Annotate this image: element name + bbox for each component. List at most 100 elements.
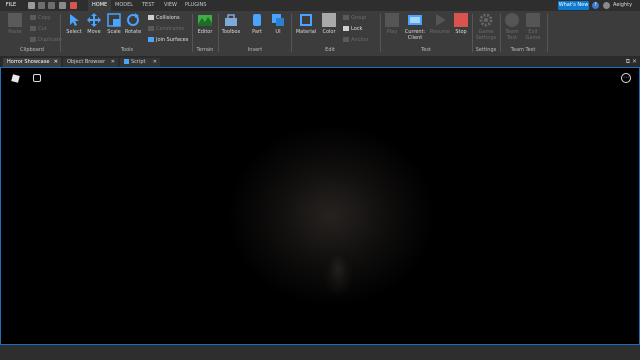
ribbon: Paste Copy Cut Duplicate Clipboard Selec… xyxy=(0,11,640,57)
anchor-button[interactable]: Anchor xyxy=(343,37,369,43)
undo-icon[interactable] xyxy=(38,2,45,9)
ui-button[interactable]: UI xyxy=(269,13,287,35)
doc-tab-object-browser[interactable]: Object Browser ✕ xyxy=(63,58,118,67)
document-tab-bar: Horror Showcase ✕ Object Browser ✕ Scrip… xyxy=(0,57,640,67)
scale-button[interactable]: Scale xyxy=(104,13,124,35)
divider xyxy=(500,14,501,52)
material-button[interactable]: Material xyxy=(295,13,317,35)
popout-icon[interactable]: ⧉ xyxy=(626,58,630,65)
divider xyxy=(380,14,381,52)
terrain-icon xyxy=(198,15,212,26)
close-icon[interactable]: ✕ xyxy=(54,58,58,67)
divider xyxy=(218,14,219,52)
constraints-toggle[interactable]: Constraints xyxy=(148,26,185,32)
clipboard-group-label: Clipboard xyxy=(20,47,44,53)
settings-group-label: Settings xyxy=(475,47,497,53)
play-button[interactable]: Play xyxy=(383,13,401,35)
collisions-toggle[interactable]: Collisions xyxy=(148,15,180,21)
anchor-icon xyxy=(343,37,349,42)
doc-tab-script[interactable]: Script ✕ xyxy=(120,58,160,67)
part-icon xyxy=(253,14,261,26)
gear-icon xyxy=(479,13,493,27)
color-button[interactable]: Color xyxy=(320,13,338,35)
stop-icon xyxy=(454,13,468,27)
doc-tab-horror-showcase[interactable]: Horror Showcase ✕ xyxy=(3,58,61,67)
tab-home[interactable]: HOME xyxy=(88,0,112,11)
cut-icon xyxy=(30,26,36,31)
script-icon xyxy=(124,59,129,64)
edit-group-label: Edit xyxy=(325,47,335,53)
save-icon[interactable] xyxy=(28,2,35,9)
cut-button[interactable]: Cut xyxy=(30,26,47,32)
team-test-button[interactable]: Team Test xyxy=(503,13,521,41)
divider xyxy=(60,14,61,52)
toolbox-icon xyxy=(225,14,237,26)
tab-view[interactable]: VIEW xyxy=(160,0,181,11)
username[interactable]: Aeighty xyxy=(613,0,632,11)
ribbon-tab-strip: FILE HOME MODEL TEST VIEW PLUGINS What's… xyxy=(0,0,640,11)
stop-button[interactable]: Stop xyxy=(453,13,469,35)
copy-button[interactable]: Copy xyxy=(30,15,51,21)
rotate-button[interactable]: Rotate xyxy=(123,13,143,35)
close-icon[interactable]: ✕ xyxy=(632,58,637,65)
current-client-button[interactable]: Current: Client xyxy=(403,13,427,41)
divider xyxy=(547,14,548,52)
file-menu[interactable]: FILE xyxy=(3,0,19,11)
avatar[interactable] xyxy=(603,2,610,9)
lock-button[interactable]: Lock xyxy=(343,26,362,32)
client-icon xyxy=(408,15,422,25)
join-surfaces-toggle[interactable]: Join Surfaces xyxy=(148,37,188,43)
team-test-icon xyxy=(505,13,519,27)
paste-icon xyxy=(8,13,22,27)
close-icon[interactable]: ✕ xyxy=(111,58,115,67)
resume-icon xyxy=(436,14,446,26)
close-icon[interactable]: ✕ xyxy=(153,58,157,67)
move-button[interactable]: Move xyxy=(84,13,104,35)
copy-icon xyxy=(30,15,36,20)
quick-access-icon[interactable] xyxy=(59,2,66,9)
group-icon xyxy=(343,15,349,20)
ui-icon xyxy=(272,14,284,26)
exit-game-icon xyxy=(526,13,540,27)
help-icon[interactable]: ? xyxy=(592,2,599,9)
toolbox-button[interactable]: Toolbox xyxy=(221,13,241,35)
test-group-label: Test xyxy=(421,47,431,53)
game-viewport[interactable]: ⋯ xyxy=(0,67,640,345)
scale-icon xyxy=(107,13,121,27)
redo-icon[interactable] xyxy=(48,2,55,9)
terrain-group-label: Terrain xyxy=(196,47,214,53)
chat-icon[interactable] xyxy=(33,74,41,82)
whats-new-button[interactable]: What's New xyxy=(558,1,589,10)
roblox-menu-icon[interactable] xyxy=(11,74,20,83)
team-test-group-label: Team Test xyxy=(510,47,536,53)
insert-group-label: Insert xyxy=(247,47,263,53)
group-button[interactable]: Group xyxy=(343,15,366,21)
move-icon xyxy=(87,13,101,27)
duplicate-icon xyxy=(30,37,36,42)
stop-quick-icon[interactable] xyxy=(70,2,77,9)
resume-button[interactable]: Resume xyxy=(429,13,451,35)
color-swatch-icon xyxy=(322,13,336,27)
tab-model[interactable]: MODEL xyxy=(111,0,137,11)
terrain-editor-button[interactable]: Editor xyxy=(196,13,214,35)
collisions-icon xyxy=(148,15,154,20)
select-button[interactable]: Select xyxy=(64,13,84,35)
material-icon xyxy=(300,14,312,26)
window-controls: ⧉ ✕ xyxy=(626,58,637,66)
tools-group-label: Tools xyxy=(120,47,134,53)
paste-button[interactable]: Paste xyxy=(6,13,24,35)
command-bar[interactable] xyxy=(0,345,640,360)
divider xyxy=(291,14,292,52)
tab-test[interactable]: TEST xyxy=(138,0,158,11)
dark-figure xyxy=(323,255,353,295)
constraints-icon xyxy=(148,26,154,31)
play-icon xyxy=(385,13,399,27)
game-settings-button[interactable]: Game Settings xyxy=(475,13,497,41)
part-button[interactable]: Part xyxy=(248,13,266,35)
duplicate-button[interactable]: Duplicate xyxy=(30,37,62,43)
join-surfaces-icon xyxy=(148,37,154,42)
exit-game-button[interactable]: Exit Game xyxy=(524,13,542,41)
lock-icon xyxy=(343,26,349,31)
more-options-icon[interactable]: ⋯ xyxy=(621,73,631,83)
tab-plugins[interactable]: PLUGINS xyxy=(181,0,210,11)
